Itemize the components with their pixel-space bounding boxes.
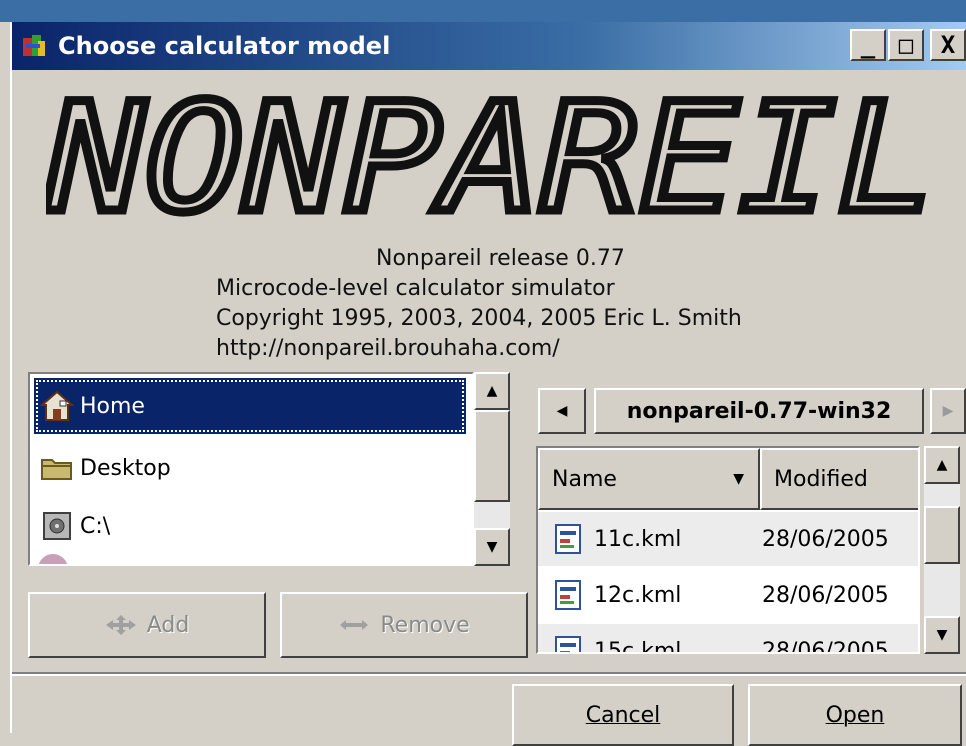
file-row[interactable]: 11c.kml 28/06/2005 [538,512,918,566]
column-modified-label: Modified [774,466,868,492]
place-label: Home [80,393,145,419]
about-copyright: Copyright 1995, 2003, 2004, 2005 Eric L.… [216,306,742,331]
maximize-button[interactable]: □ [888,29,924,61]
desktop-strip [0,0,966,22]
file-modified: 28/06/2005 [762,582,889,608]
nonpareil-logo: NONPAREIL [46,92,941,242]
scroll-thumb[interactable] [474,410,510,502]
add-label: Add [146,612,190,638]
scroll-down-button[interactable]: ▼ [924,616,960,654]
remove-button[interactable]: Remove [280,592,528,658]
kml-file-icon [555,580,581,610]
logo-text: NONPAREIL [46,92,936,242]
button-separator [12,672,966,676]
about-text: Nonpareil release 0.77 Microcode-level c… [216,244,866,364]
file-name: 12c.kml [594,582,682,608]
scroll-down-button[interactable]: ▼ [474,528,510,566]
arrow-left-icon: ◀ [556,403,568,419]
about-release: Nonpareil release 0.77 [376,246,625,271]
path-segment-label: nonpareil-0.77-win32 [626,398,892,424]
remove-label: Remove [380,612,470,638]
places-list[interactable]: Home Desktop C:\ [28,372,474,566]
scroll-up-button[interactable]: ▲ [474,372,510,410]
file-list-scrollbar[interactable]: ▲ ▼ [924,446,960,654]
open-button[interactable]: Open [748,684,962,746]
kml-file-icon [555,636,581,652]
folder-icon [41,459,72,480]
kml-file-icon [555,524,581,554]
cancel-label: Cancel [585,702,661,728]
path-segment-button[interactable]: nonpareil-0.77-win32 [594,388,924,434]
about-url[interactable]: http://nonpareil.brouhaha.com/ [216,334,866,364]
path-back-button[interactable]: ◀ [538,388,586,434]
file-modified: 28/06/2005 [762,526,889,552]
remove-icon [340,620,369,630]
home-icon [40,390,74,421]
places-scrollbar[interactable]: ▲ ▼ [474,372,510,566]
choose-model-dialog: Choose calculator model _ □ X NONPAREIL … [10,22,966,746]
open-label: Open [825,702,885,728]
file-name: 11c.kml [594,526,682,552]
add-icon [105,615,136,635]
column-name-label: Name [552,466,617,492]
path-forward-button[interactable]: ▶ [930,388,966,434]
place-item-c-drive[interactable]: C:\ [34,498,110,554]
file-row[interactable]: 12c.kml 28/06/2005 [538,568,918,622]
window-title: Choose calculator model [58,32,391,60]
minimize-button[interactable]: _ [850,29,886,61]
file-name: 15c.kml [594,638,682,654]
file-row[interactable]: 15c.kml 28/06/2005 [538,624,918,654]
column-header-name[interactable]: Name ▼ [538,448,760,510]
place-label: C:\ [80,513,111,539]
sort-down-icon: ▼ [733,471,744,487]
arrow-right-icon: ▶ [942,403,954,419]
disc-icon [38,554,68,564]
place-label: Desktop [80,455,171,481]
file-list[interactable]: Name ▼ Modified 11c.kml 28/06/2005 12c.k… [536,446,920,654]
close-button[interactable]: X [930,29,966,61]
scroll-up-button[interactable]: ▲ [924,446,960,484]
place-item-desktop[interactable]: Desktop [34,440,171,496]
file-modified: 28/06/2005 [762,638,889,654]
column-header-modified[interactable]: Modified [760,448,918,510]
cancel-button[interactable]: Cancel [512,684,734,746]
about-description: Microcode-level calculator simulator [216,276,615,301]
calculator-app-icon [23,35,45,56]
drive-icon [43,512,71,540]
add-button[interactable]: Add [28,592,266,658]
title-bar[interactable]: Choose calculator model _ □ X [12,22,966,70]
scroll-thumb[interactable] [924,506,960,564]
place-item-home[interactable]: Home [34,378,466,434]
